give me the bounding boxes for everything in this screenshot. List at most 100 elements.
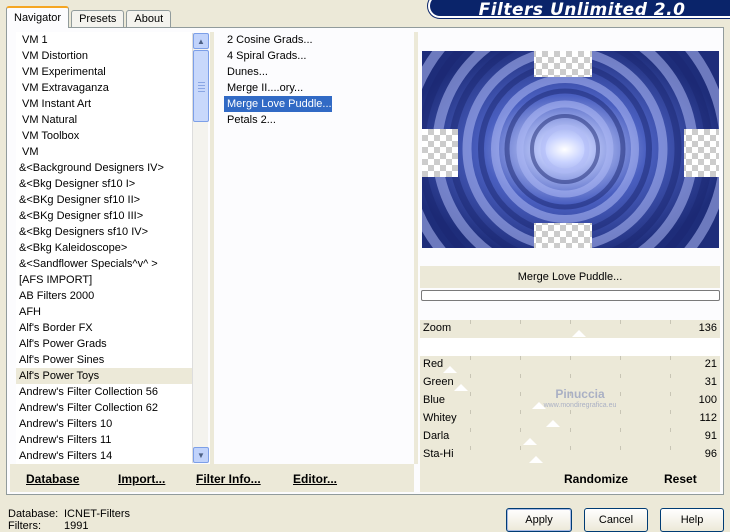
tab-presets[interactable]: Presets	[71, 10, 125, 28]
slider-darla[interactable]: Darla 91	[420, 428, 720, 446]
database-status-value: ICNET-Filters	[64, 508, 130, 520]
category-item[interactable]: &<Bkg Designers sf10 IV>	[16, 224, 192, 240]
tab-navigator[interactable]: Navigator	[6, 6, 70, 28]
slider-red[interactable]: Red 21	[420, 356, 720, 374]
category-item[interactable]: VM Extravaganza	[16, 80, 192, 96]
watermark: Pinuccia www.mondiregrafica.eu	[535, 388, 625, 412]
slider-thumb[interactable]	[529, 456, 543, 463]
category-item[interactable]: Andrew's Filters 10	[16, 416, 192, 432]
chevron-up-icon: ▲	[197, 36, 205, 46]
grip-line	[198, 88, 205, 89]
category-item[interactable]: VM	[16, 144, 192, 160]
slider-thumb[interactable]	[523, 438, 537, 445]
slider-tick	[620, 356, 621, 360]
filter-item[interactable]: Merge Love Puddle...	[224, 96, 332, 112]
slider-tick	[520, 356, 521, 360]
slider-tick	[520, 428, 521, 432]
preview-image	[422, 51, 719, 248]
category-item[interactable]: VM Instant Art	[16, 96, 192, 112]
category-item[interactable]: VM 1	[16, 32, 192, 48]
category-scrollbar[interactable]: ▲ ▼	[192, 33, 209, 463]
category-item[interactable]: AB Filters 2000	[16, 288, 192, 304]
category-item[interactable]: AFH	[16, 304, 192, 320]
scroll-up-button[interactable]: ▲	[193, 33, 209, 49]
preview-filter-name: Merge Love Puddle...	[420, 266, 720, 288]
splitter[interactable]	[414, 32, 418, 464]
filter-list[interactable]: 2 Cosine Grads... 4 Spiral Grads... Dunes.…	[224, 32, 414, 464]
slider-thumb[interactable]	[454, 384, 468, 391]
watermark-name: Pinuccia	[555, 387, 605, 401]
slider-value: 31	[704, 376, 717, 388]
tab-about[interactable]: About	[126, 10, 172, 28]
grip-line	[198, 82, 205, 83]
scroll-down-button[interactable]: ▼	[193, 447, 209, 463]
category-item[interactable]: &<BKg Designer sf10 II>	[16, 192, 192, 208]
randomize-button[interactable]: Randomize	[564, 472, 628, 486]
category-item[interactable]: Andrew's Filter Collection 56	[16, 384, 192, 400]
category-item[interactable]: &<Bkg Kaleidoscope>	[16, 240, 192, 256]
slider-stahi[interactable]: Sta-Hi 96	[420, 446, 720, 464]
slider-whitey[interactable]: Whitey 112	[420, 410, 720, 428]
category-list[interactable]: VM 1 VM Distortion VM Experimental VM Extra…	[16, 32, 192, 464]
scroll-thumb[interactable]	[193, 50, 209, 122]
category-item[interactable]: Alf's Power Toys	[16, 368, 192, 384]
preview-toolbar: Randomize Reset	[420, 464, 720, 492]
category-item[interactable]: &<Background Designers IV>	[16, 160, 192, 176]
category-item[interactable]: &<BKg Designer sf10 III>	[16, 208, 192, 224]
slider-tick	[620, 320, 621, 324]
slider-tick	[570, 428, 571, 432]
slider-thumb[interactable]	[443, 366, 457, 373]
filter-item[interactable]: Merge II....ory...	[224, 80, 303, 96]
slider-tick	[670, 356, 671, 360]
category-item[interactable]: Alf's Border FX	[16, 320, 192, 336]
slider-tick	[470, 392, 471, 396]
slider-tick	[520, 320, 521, 324]
progress-bar	[421, 290, 720, 301]
apply-button[interactable]: Apply	[506, 508, 572, 532]
help-button[interactable]: Help	[660, 508, 724, 532]
grip-line	[198, 85, 205, 86]
slider-zoom[interactable]: Zoom 136	[420, 320, 720, 338]
category-item[interactable]: Andrew's Filters 11	[16, 432, 192, 448]
slider-tick	[470, 356, 471, 360]
slider-tick	[620, 446, 621, 450]
import-button[interactable]: Import...	[118, 472, 165, 486]
slider-tick	[670, 428, 671, 432]
filter-item[interactable]: 4 Spiral Grads...	[224, 48, 306, 64]
slider-tick	[570, 356, 571, 360]
category-item[interactable]: &<Bkg Designer sf10 I>	[16, 176, 192, 192]
slider-tick	[520, 410, 521, 414]
category-item[interactable]: [AFS IMPORT]	[16, 272, 192, 288]
slider-tick	[570, 446, 571, 450]
database-label: Database	[26, 472, 80, 486]
category-item[interactable]: VM Toolbox	[16, 128, 192, 144]
filter-item[interactable]: Dunes...	[224, 64, 268, 80]
category-item[interactable]: VM Distortion	[16, 48, 192, 64]
slider-label: Green	[423, 376, 454, 388]
category-item[interactable]: VM Natural	[16, 112, 192, 128]
chevron-down-icon: ▼	[197, 450, 205, 460]
slider-tick	[470, 374, 471, 378]
filter-item[interactable]: 2 Cosine Grads...	[224, 32, 313, 48]
category-item[interactable]: Alf's Power Grads	[16, 336, 192, 352]
database-button[interactable]: Database	[26, 472, 79, 486]
cancel-button[interactable]: Cancel	[584, 508, 648, 532]
category-item[interactable]: Andrew's Filters 14	[16, 448, 192, 464]
slider-thumb[interactable]	[572, 330, 586, 337]
database-status-label: Database:	[8, 508, 59, 520]
category-item[interactable]: &<Sandflower Specials^v^ >	[16, 256, 192, 272]
slider-value: 100	[698, 394, 717, 406]
category-item[interactable]: VM Experimental	[16, 64, 192, 80]
slider-tick	[570, 320, 571, 324]
reset-button[interactable]: Reset	[664, 472, 697, 486]
status-info: Database: ICNET-Filters Filters: 1991	[8, 508, 130, 532]
grip-line	[198, 91, 205, 92]
category-item[interactable]: Alf's Power Sines	[16, 352, 192, 368]
filter-info-button[interactable]: Filter Info...	[196, 472, 261, 486]
editor-button[interactable]: Editor...	[293, 472, 337, 486]
slider-thumb[interactable]	[546, 420, 560, 427]
category-item[interactable]: Andrew's Filter Collection 62	[16, 400, 192, 416]
splitter[interactable]	[210, 32, 214, 464]
filter-item[interactable]: Petals 2...	[224, 112, 276, 128]
slider-tick	[620, 374, 621, 378]
